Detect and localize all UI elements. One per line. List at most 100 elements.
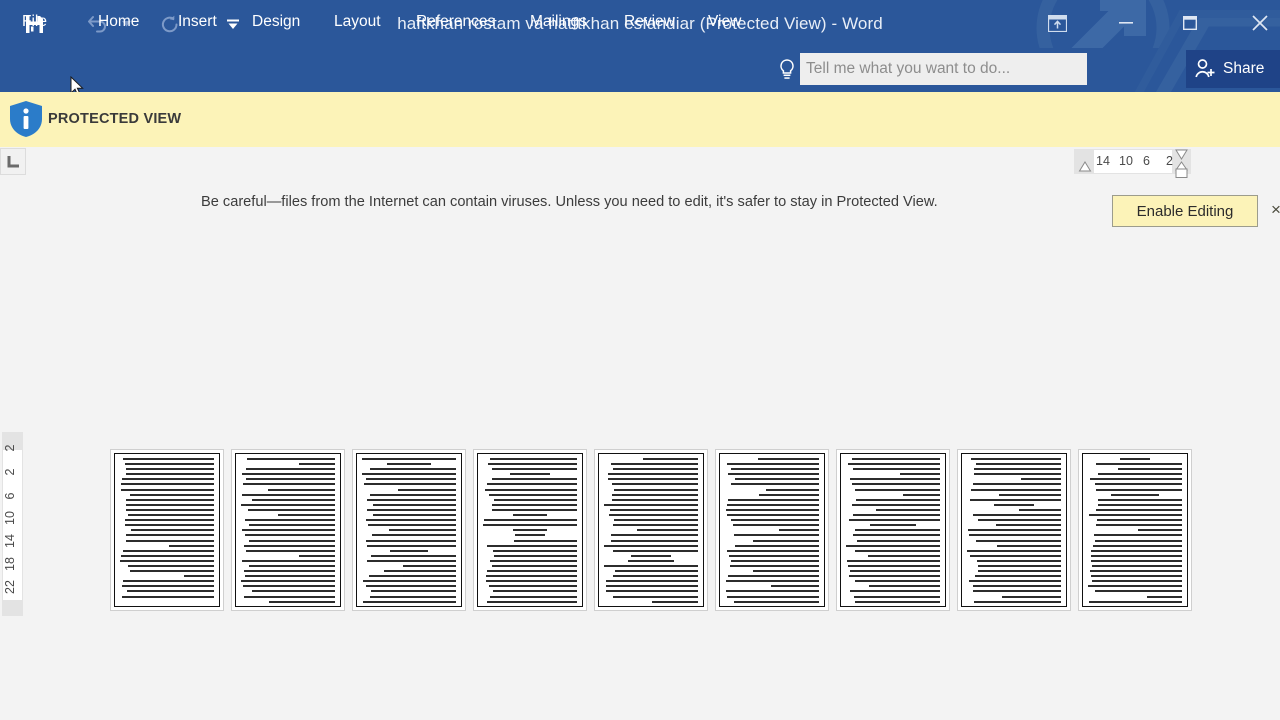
text-line: [489, 559, 577, 562]
text-line: [976, 463, 1061, 466]
tab-design[interactable]: Design: [252, 0, 300, 44]
text-line: [1097, 498, 1182, 501]
text-line: [977, 519, 1061, 522]
tell-me-placeholder: Tell me what you want to do...: [806, 60, 1011, 77]
text-line: [611, 539, 698, 542]
tab-selector-button[interactable]: [0, 148, 26, 175]
text-line: [363, 483, 456, 486]
text-line: [243, 585, 335, 588]
text-line: [1020, 478, 1061, 481]
tab-layout[interactable]: Layout: [334, 0, 381, 44]
page-thumbnail[interactable]: [352, 449, 466, 611]
text-line: [1097, 519, 1182, 522]
text-line: [369, 468, 456, 471]
page-thumbnail[interactable]: [1078, 449, 1192, 611]
text-line: [126, 590, 214, 593]
text-line: [613, 519, 698, 522]
text-line: [1090, 559, 1182, 562]
text-line: [869, 585, 940, 588]
text-line: [972, 483, 1061, 486]
text-line: [372, 503, 456, 506]
text-line: [277, 514, 335, 517]
text-line: [485, 488, 577, 491]
text-line: [852, 534, 940, 537]
page-content: [961, 453, 1067, 607]
text-line: [487, 600, 577, 603]
text-line: [366, 539, 456, 542]
text-line: [725, 590, 819, 593]
text-line: [487, 570, 577, 573]
minimize-icon[interactable]: [1104, 6, 1148, 40]
page-thumbnail[interactable]: [473, 449, 587, 611]
page-thumbnail[interactable]: [836, 449, 950, 611]
text-line: [129, 570, 214, 573]
maximize-icon[interactable]: [1168, 6, 1212, 40]
tab-home[interactable]: Home: [98, 0, 139, 44]
text-line: [371, 590, 456, 593]
text-line: [630, 554, 672, 557]
share-person-icon: [1195, 59, 1215, 78]
text-line: [976, 559, 1061, 562]
banner-close-icon[interactable]: ×: [1271, 198, 1280, 222]
text-line: [124, 519, 214, 522]
tab-review[interactable]: Review: [624, 0, 675, 44]
tab-view[interactable]: View: [708, 0, 741, 44]
tab-references[interactable]: References: [416, 0, 495, 44]
page-thumbnail[interactable]: [110, 449, 224, 611]
text-line: [243, 483, 335, 486]
text-line: [731, 483, 819, 486]
text-line: [245, 534, 335, 537]
text-line: [607, 473, 698, 476]
text-line: [849, 590, 940, 593]
text-line: [612, 549, 698, 552]
page-thumbnail[interactable]: [594, 449, 708, 611]
customize-qat-icon[interactable]: [224, 10, 242, 38]
page-thumbnail[interactable]: [231, 449, 345, 611]
text-line: [126, 534, 214, 537]
text-line: [727, 514, 819, 517]
text-line: [1088, 514, 1182, 517]
tab-mailings[interactable]: Mailings: [530, 0, 587, 44]
text-line: [852, 458, 940, 460]
text-line: [977, 570, 1061, 573]
close-icon[interactable]: [1240, 6, 1280, 40]
share-button[interactable]: Share: [1186, 50, 1280, 88]
text-line: [996, 524, 1061, 527]
text-line: [492, 478, 577, 481]
enable-editing-button[interactable]: Enable Editing: [1112, 195, 1258, 227]
text-line: [727, 549, 819, 552]
document-pages-strip[interactable]: [110, 449, 1192, 611]
text-line: [368, 524, 456, 527]
page-thumbnail[interactable]: [957, 449, 1071, 611]
text-line: [851, 503, 940, 506]
ribbon-display-options-icon[interactable]: [1036, 6, 1078, 40]
text-line: [125, 473, 214, 476]
text-line: [752, 539, 819, 542]
text-line: [1090, 478, 1182, 481]
text-line: [732, 605, 819, 606]
text-line: [849, 570, 940, 573]
text-line: [252, 590, 335, 593]
text-line: [493, 498, 577, 501]
lightbulb-icon: [777, 58, 797, 80]
text-line: [612, 498, 698, 501]
text-line: [1094, 483, 1182, 486]
text-line: [972, 585, 1061, 588]
text-line: [613, 575, 698, 578]
indent-box-marker[interactable]: [1174, 168, 1189, 179]
page-thumbnail[interactable]: [715, 449, 829, 611]
tab-insert[interactable]: Insert: [178, 0, 217, 44]
text-line: [122, 478, 214, 481]
text-line: [1095, 508, 1182, 511]
text-line: [727, 595, 819, 598]
first-line-indent-marker[interactable]: [1078, 160, 1092, 173]
text-line: [604, 564, 698, 567]
text-line: [363, 580, 456, 583]
text-line: [247, 508, 335, 511]
text-line: [853, 595, 940, 598]
text-line: [967, 549, 1061, 552]
text-line: [245, 519, 335, 522]
tab-file[interactable]: File: [22, 0, 47, 44]
text-line: [967, 529, 1061, 532]
text-line: [252, 498, 335, 501]
